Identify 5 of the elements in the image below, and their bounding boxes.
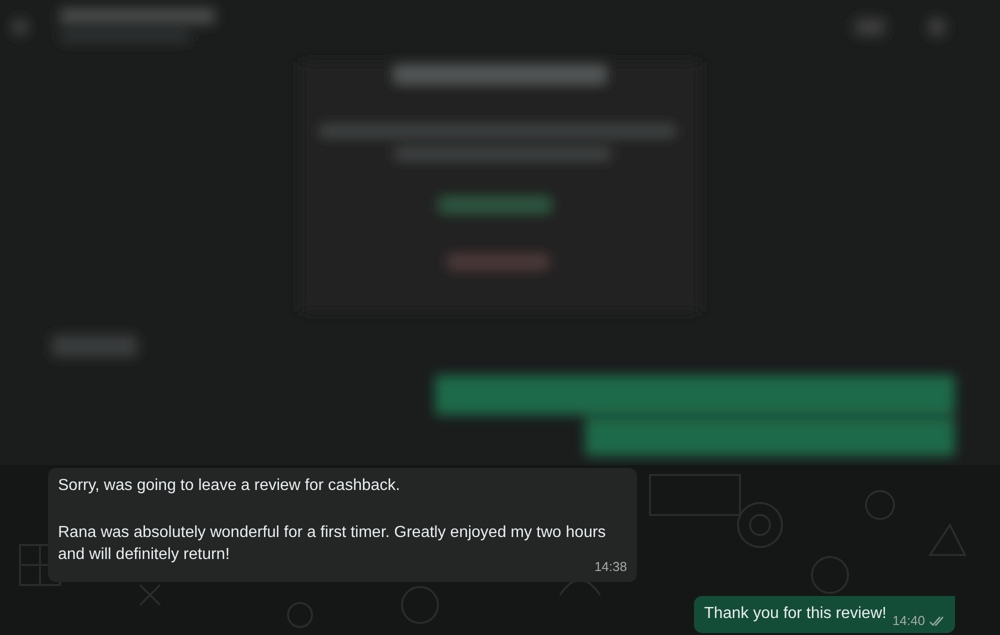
message-time: 14:40 bbox=[892, 614, 925, 628]
message-text: Sorry, was going to leave a review for cashback. bbox=[58, 476, 402, 496]
message-text: Thank you for this review! bbox=[704, 604, 886, 624]
message-time: 14:38 bbox=[594, 560, 627, 574]
message-text: Rana was absolutely wonderful for a first timer. Greatly enjoyed my two hours and will definitely return! bbox=[58, 523, 606, 563]
